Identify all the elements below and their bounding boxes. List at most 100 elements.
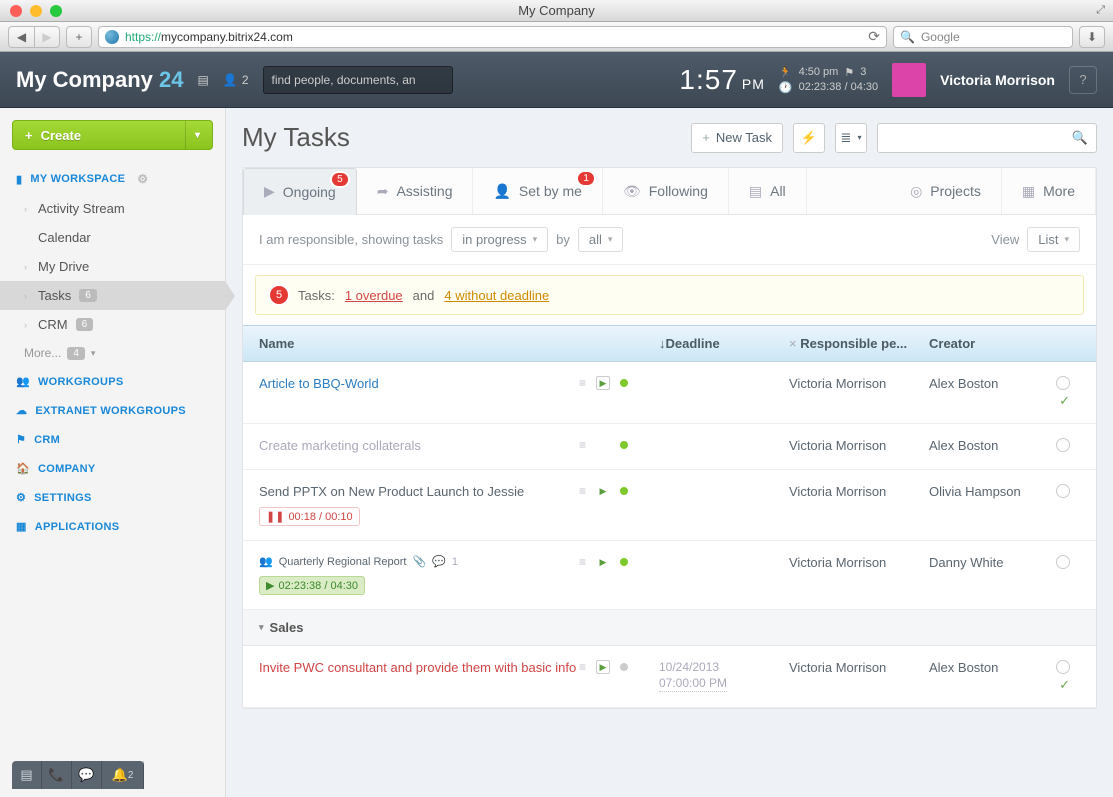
tab-projects[interactable]: ◎Projects <box>890 168 1002 214</box>
deadline-text[interactable]: 10/24/201307:00:00 PM <box>659 660 727 692</box>
caret-down-icon: ▾ <box>185 130 200 141</box>
sidebar-section-workgroups[interactable]: 👥WORKGROUPS <box>0 367 225 396</box>
col-name[interactable]: Name <box>259 336 579 351</box>
sidebar-item-tasks[interactable]: ›Tasks 6 <box>0 281 225 310</box>
task-title-link[interactable]: Article to BBQ-World <box>259 376 579 391</box>
create-button[interactable]: + Create ▾ <box>12 120 213 150</box>
sidebar-section-company[interactable]: 🏠COMPANY <box>0 454 225 483</box>
username[interactable]: Victoria Morrison <box>940 72 1055 88</box>
table-row[interactable]: Create marketing collaterals ≡ Victoria … <box>243 424 1096 470</box>
global-search[interactable]: find people, documents, an <box>263 66 453 94</box>
col-deadline[interactable]: ↓Deadline <box>659 336 789 351</box>
view-select[interactable]: List▾ <box>1027 227 1080 252</box>
task-title[interactable]: Send PPTX on New Product Launch to Jessi… <box>259 484 579 499</box>
timer-running[interactable]: ▶ 02:23:38 / 04:30 <box>259 576 365 595</box>
tab-setbyme[interactable]: 👤Set by me1 <box>473 168 602 214</box>
timer-paused[interactable]: ❚❚ 00:18 / 00:10 <box>259 507 360 526</box>
home-icon: 🏠 <box>16 462 30 475</box>
filter-by[interactable]: all▾ <box>578 227 624 252</box>
sidebar: + Create ▾ ▮ MY WORKSPACE ⚙ ›Activity St… <box>0 108 226 797</box>
avatar[interactable] <box>892 63 926 97</box>
eye-icon: 👁 <box>623 183 641 200</box>
sidebar-more[interactable]: More... 4 ▾ <box>0 339 225 367</box>
downloads-button[interactable]: ⬇ <box>1079 26 1105 48</box>
play-icon[interactable]: ▶ <box>596 660 610 674</box>
task-tabs: ▶Ongoing5 ➦Assisting 👤Set by me1 👁Follow… <box>243 168 1096 215</box>
logo[interactable]: My Company 24 <box>16 67 184 93</box>
check-icon: ✓ <box>1059 677 1070 692</box>
nodeadline-link[interactable]: 4 without deadline <box>444 288 549 303</box>
check-circle[interactable] <box>1056 484 1070 498</box>
add-bookmark-button[interactable]: + <box>66 26 92 48</box>
sidebar-section-crm[interactable]: ⚑CRM <box>0 425 225 454</box>
expand-sidebar-icon[interactable]: ▤ <box>198 73 209 87</box>
group-row[interactable]: ▾ Sales <box>243 610 1096 646</box>
sidebar-section-workspace[interactable]: ▮ MY WORKSPACE ⚙ <box>0 164 225 194</box>
sidebar-section-applications[interactable]: ▦APPLICATIONS <box>0 512 225 541</box>
check-circle[interactable] <box>1056 376 1070 390</box>
overdue-link[interactable]: 1 overdue <box>345 288 403 303</box>
tab-assisting[interactable]: ➦Assisting <box>357 168 474 214</box>
browser-search[interactable]: 🔍 Google <box>893 26 1073 48</box>
help-button[interactable]: ? <box>1069 66 1097 94</box>
play-icon[interactable]: ▶ <box>596 555 610 569</box>
status-dot <box>620 441 628 449</box>
sidebar-item-activity[interactable]: ›Activity Stream <box>0 194 225 223</box>
play-icon[interactable]: ▶ <box>596 376 610 390</box>
table-row[interactable]: Invite PWC consultant and provide them w… <box>243 646 1096 708</box>
row-menu-icon[interactable]: ≡ <box>579 438 586 452</box>
new-task-button[interactable]: +New Task <box>691 123 783 153</box>
clock-icon: 🕐 <box>779 81 793 94</box>
clock: 1:57 PM <box>679 64 765 96</box>
fullscreen-icon[interactable]: ⤢ <box>1096 4 1105 17</box>
play-icon: ▶ <box>264 183 275 200</box>
list-settings-button[interactable]: ≣▾ <box>835 123 867 153</box>
table-row[interactable]: 👥 Quarterly Regional Report 📎 💬1 ▶ 02:23… <box>243 541 1096 610</box>
tab-more[interactable]: ▦More <box>1002 168 1096 214</box>
notification-users-icon[interactable]: 👤 2 <box>223 73 249 87</box>
maximize-window-button[interactable] <box>50 5 62 17</box>
col-creator[interactable]: Creator <box>929 336 1049 351</box>
page-title: My Tasks <box>242 122 681 153</box>
task-title[interactable]: Create marketing collaterals <box>259 438 579 453</box>
check-circle[interactable] <box>1056 660 1070 674</box>
tab-all[interactable]: ▤All <box>729 168 807 214</box>
check-circle[interactable] <box>1056 438 1070 452</box>
flag-icon: ⚑ <box>16 433 26 446</box>
row-menu-icon[interactable]: ≡ <box>579 555 586 569</box>
sidebar-item-drive[interactable]: ›My Drive <box>0 252 225 281</box>
col-responsible[interactable]: × Responsible pe... <box>789 336 929 351</box>
gear-icon[interactable]: ⚙ <box>137 172 148 186</box>
sidebar-section-extranet[interactable]: ☁EXTRANET WORKGROUPS <box>0 396 225 425</box>
address-bar[interactable]: https://mycompany.bitrix24.com ⟳ <box>98 26 887 48</box>
tab-ongoing[interactable]: ▶Ongoing5 <box>243 168 357 215</box>
sidebar-item-crm[interactable]: ›CRM 6 <box>0 310 225 339</box>
tab-following[interactable]: 👁Following <box>603 168 729 214</box>
dock-collapse-icon[interactable]: ▤ <box>12 761 42 789</box>
compass-icon: ◎ <box>910 183 922 200</box>
close-window-button[interactable] <box>10 5 22 17</box>
row-menu-icon[interactable]: ≡ <box>579 660 586 674</box>
play-icon[interactable]: ▶ <box>596 484 610 498</box>
dock-chat-icon[interactable]: 💬 <box>72 761 102 789</box>
view-label: View <box>991 232 1019 247</box>
forward-button[interactable]: ▶ <box>34 26 60 48</box>
back-button[interactable]: ◀ <box>8 26 34 48</box>
check-circle[interactable] <box>1056 555 1070 569</box>
quick-action-button[interactable]: ⚡ <box>793 123 825 153</box>
table-row[interactable]: Article to BBQ-World ≡▶ Victoria Morriso… <box>243 362 1096 424</box>
task-title[interactable]: Quarterly Regional Report <box>279 556 407 568</box>
row-menu-icon[interactable]: ≡ <box>579 376 586 390</box>
row-menu-icon[interactable]: ≡ <box>579 484 586 498</box>
minimize-window-button[interactable] <box>30 5 42 17</box>
sidebar-item-calendar[interactable]: Calendar <box>0 223 225 252</box>
task-title[interactable]: Invite PWC consultant and provide them w… <box>259 660 579 675</box>
filter-status[interactable]: in progress▾ <box>451 227 548 252</box>
task-search[interactable]: 🔍 <box>877 123 1097 153</box>
status-dot <box>620 379 628 387</box>
sidebar-section-settings[interactable]: ⚙SETTINGS <box>0 483 225 512</box>
table-row[interactable]: Send PPTX on New Product Launch to Jessi… <box>243 470 1096 541</box>
dock-phone-icon[interactable]: 📞 <box>42 761 72 789</box>
dock-bell-icon[interactable]: 🔔 2 <box>102 761 144 789</box>
reload-icon[interactable]: ⟳ <box>868 28 880 45</box>
